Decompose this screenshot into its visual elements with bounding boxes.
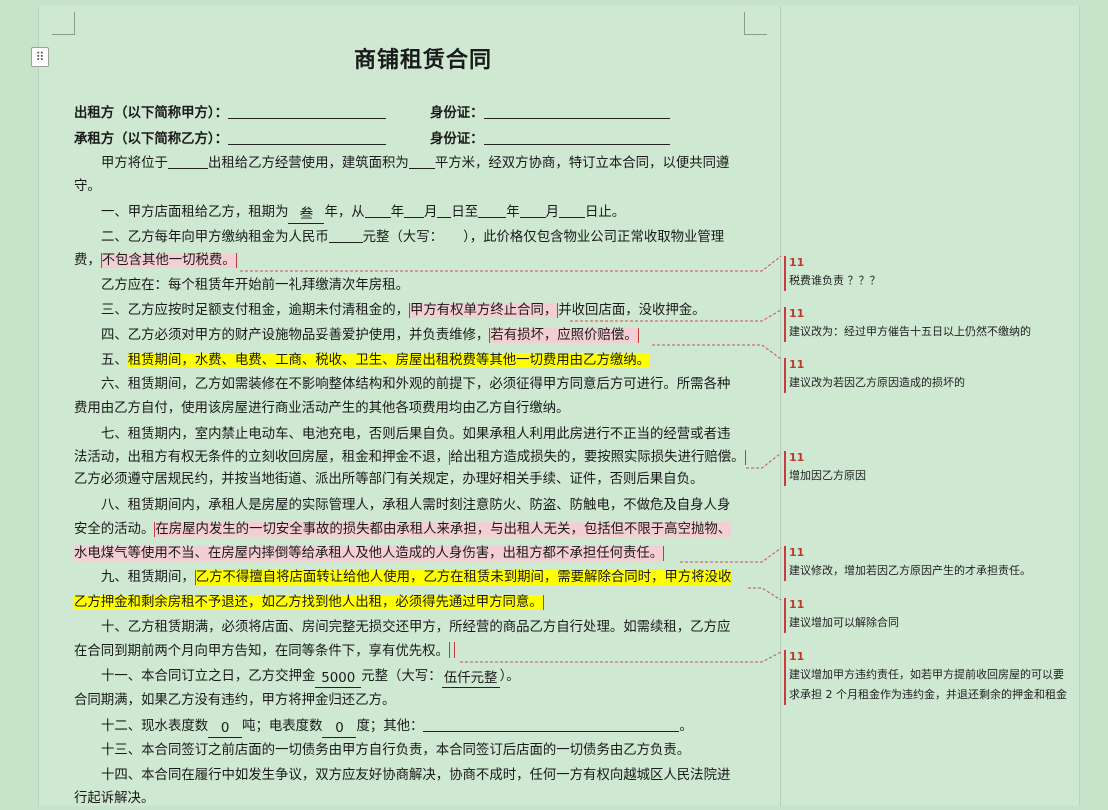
comment-author: 11 <box>789 358 805 371</box>
comment-card[interactable]: 11 建议修改，增加若因乙方原因产生的才承担责任。 <box>784 546 1069 581</box>
comment-author: 11 <box>789 650 805 663</box>
comment-author: 11 <box>789 546 805 559</box>
comment-author: 11 <box>789 598 805 611</box>
comment-text: 建议改为：经过甲方催告十五日以上仍然不缴纳的 <box>789 325 1031 338</box>
comment-card[interactable]: 11 税费谁负责 ？？？ <box>784 256 1069 291</box>
comment-card[interactable]: 11 建议增加可以解除合同 <box>784 598 1069 633</box>
comment-author: 11 <box>789 307 805 320</box>
comment-text: 建议修改，增加若因乙方原因产生的才承担责任。 <box>789 564 1031 577</box>
comment-text: 建议增加可以解除合同 <box>789 616 899 629</box>
comment-author: 11 <box>789 451 805 464</box>
comment-card[interactable]: 11 建议改为：经过甲方催告十五日以上仍然不缴纳的 <box>784 307 1069 342</box>
comment-text: 建议增加甲方违约责任，如若甲方提前收回房屋的可以要求承担 2 个月租金作为违约金… <box>789 668 1067 701</box>
comment-text: 增加因乙方原因 <box>789 469 866 482</box>
comment-card[interactable]: 11 增加因乙方原因 <box>784 451 1069 486</box>
comment-card[interactable]: 11 建议增加甲方违约责任，如若甲方提前收回房屋的可以要求承担 2 个月租金作为… <box>784 650 1069 705</box>
comment-text: 建议改为若因乙方原因造成的损坏的 <box>789 376 965 389</box>
comment-text: 税费谁负责 ？？？ <box>789 274 881 287</box>
comment-card[interactable]: 11 建议改为若因乙方原因造成的损坏的 <box>784 358 1069 393</box>
comment-author: 11 <box>789 256 805 269</box>
